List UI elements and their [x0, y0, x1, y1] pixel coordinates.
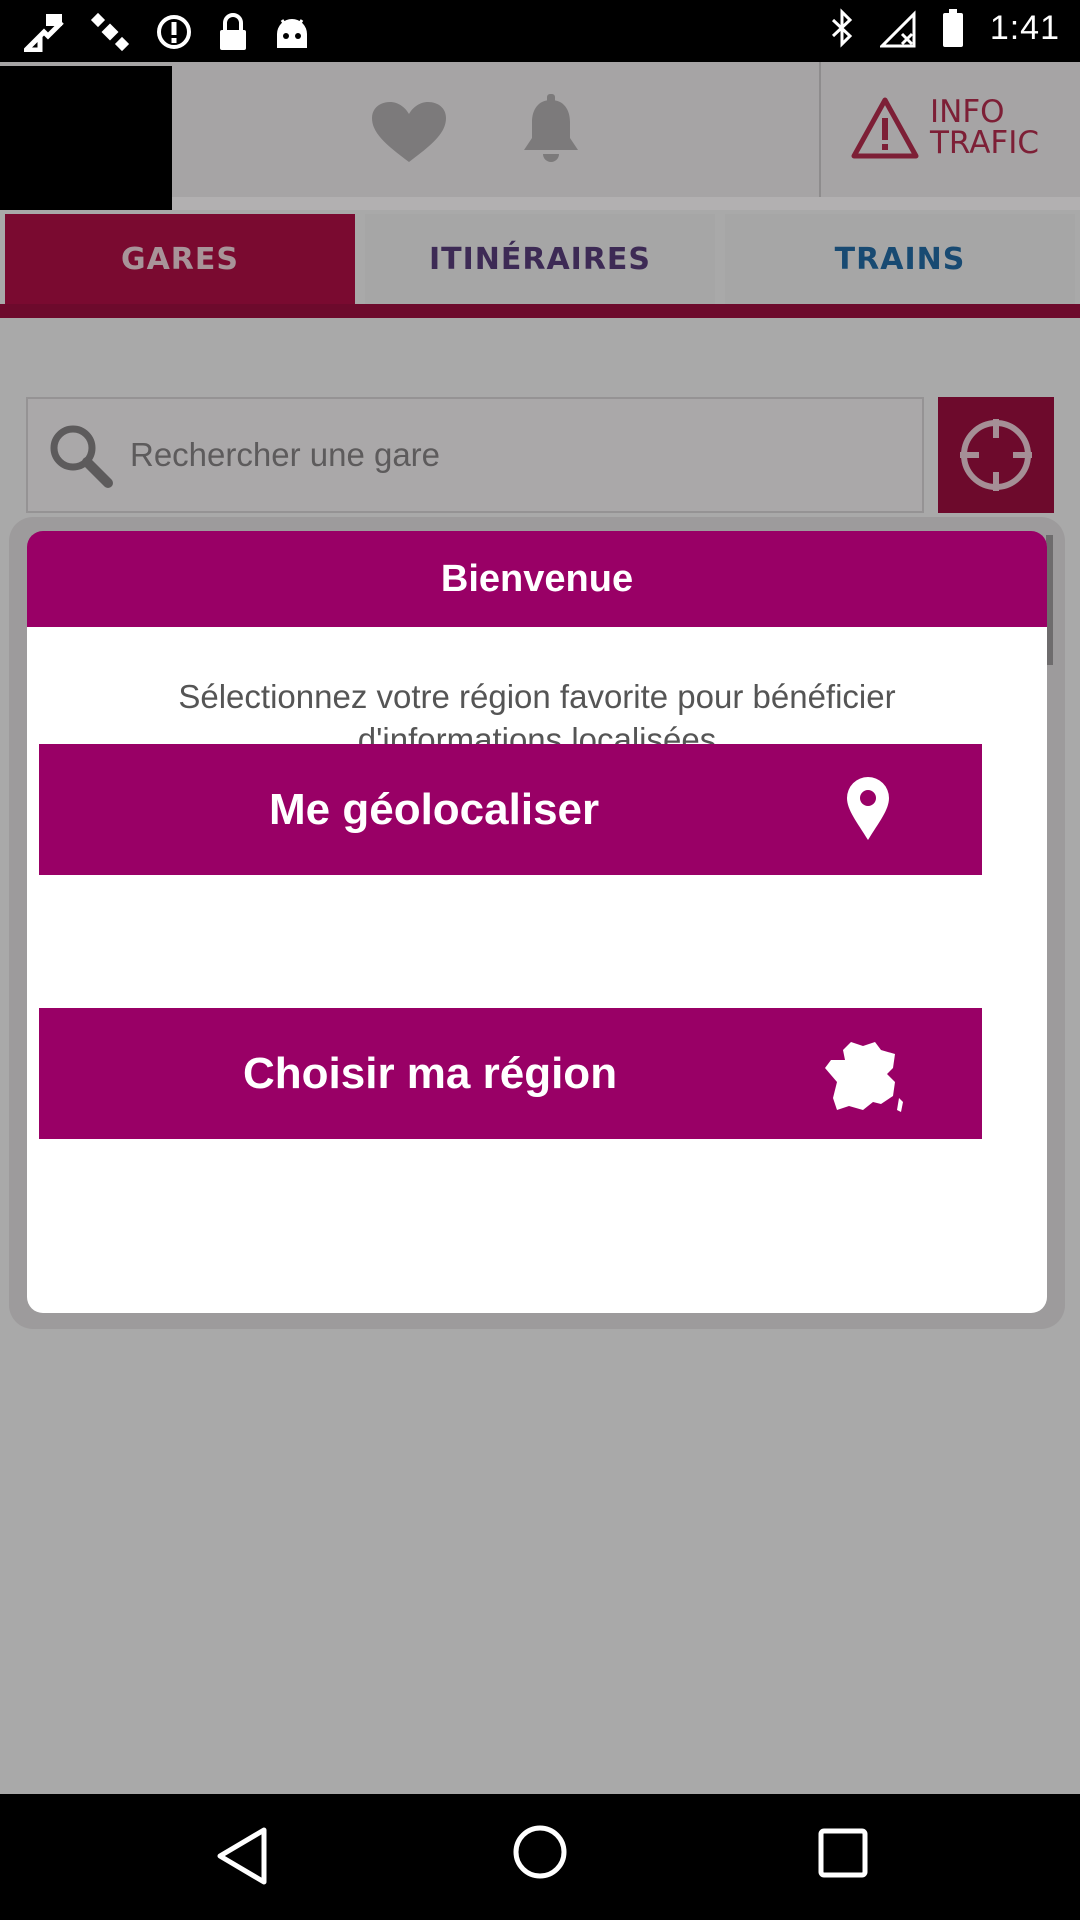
- heart-icon[interactable]: [370, 100, 448, 169]
- status-bar: 1:41: [0, 0, 1080, 62]
- search-icon: [48, 423, 114, 494]
- header-divider: [172, 197, 1080, 210]
- search-input[interactable]: [128, 423, 892, 487]
- fake-gps-icon: [24, 14, 64, 52]
- scrollbar[interactable]: [1046, 535, 1053, 665]
- info-trafic-line2: TRAFIC: [930, 125, 1040, 161]
- lock-icon: [220, 13, 246, 50]
- android-icon: [277, 19, 307, 48]
- choose-region-label: Choisir ma région: [243, 1048, 618, 1098]
- navigation-bar: [0, 1794, 1080, 1920]
- bell-icon[interactable]: [522, 94, 580, 169]
- bluetooth-icon: [831, 8, 852, 48]
- home-icon[interactable]: [512, 1824, 568, 1885]
- recent-apps-icon[interactable]: [818, 1828, 868, 1883]
- locate-button[interactable]: [938, 397, 1054, 513]
- battery-icon: [942, 9, 963, 47]
- welcome-dialog: Bienvenue Sélectionnez votre région favo…: [27, 531, 1047, 1313]
- alert-circle-icon: [157, 15, 191, 49]
- back-icon[interactable]: [214, 1824, 270, 1893]
- dialog-title: Bienvenue: [27, 531, 1047, 627]
- tab-bar: GARES ITINÉRAIRES TRAINS: [0, 210, 1080, 304]
- tab-indicator: [0, 304, 1080, 318]
- satellite-icon: [90, 12, 130, 52]
- warning-triangle-icon: [851, 97, 919, 159]
- search-box: [26, 397, 924, 513]
- crosshair-icon: [960, 419, 1032, 491]
- tab-gares[interactable]: GARES: [5, 214, 355, 304]
- clock: 1:41: [989, 8, 1060, 47]
- map-pin-icon: [847, 777, 889, 840]
- choose-region-button[interactable]: Choisir ma région: [39, 1008, 982, 1139]
- info-trafic-line1: INFO: [930, 94, 1005, 130]
- menu-icon[interactable]: [0, 66, 172, 210]
- france-map-icon: [825, 1042, 903, 1112]
- geolocate-label: Me géolocaliser: [269, 784, 600, 834]
- tab-itineraires[interactable]: ITINÉRAIRES: [365, 214, 715, 304]
- header-separator: [819, 62, 821, 197]
- dialog-body: Sélectionnez votre région favorite pour …: [27, 627, 1047, 1313]
- no-signal-icon: [879, 10, 916, 48]
- tab-trains[interactable]: TRAINS: [725, 214, 1075, 304]
- info-trafic-button[interactable]: INFO TRAFIC: [850, 96, 1039, 160]
- geolocate-button[interactable]: Me géolocaliser: [39, 744, 982, 875]
